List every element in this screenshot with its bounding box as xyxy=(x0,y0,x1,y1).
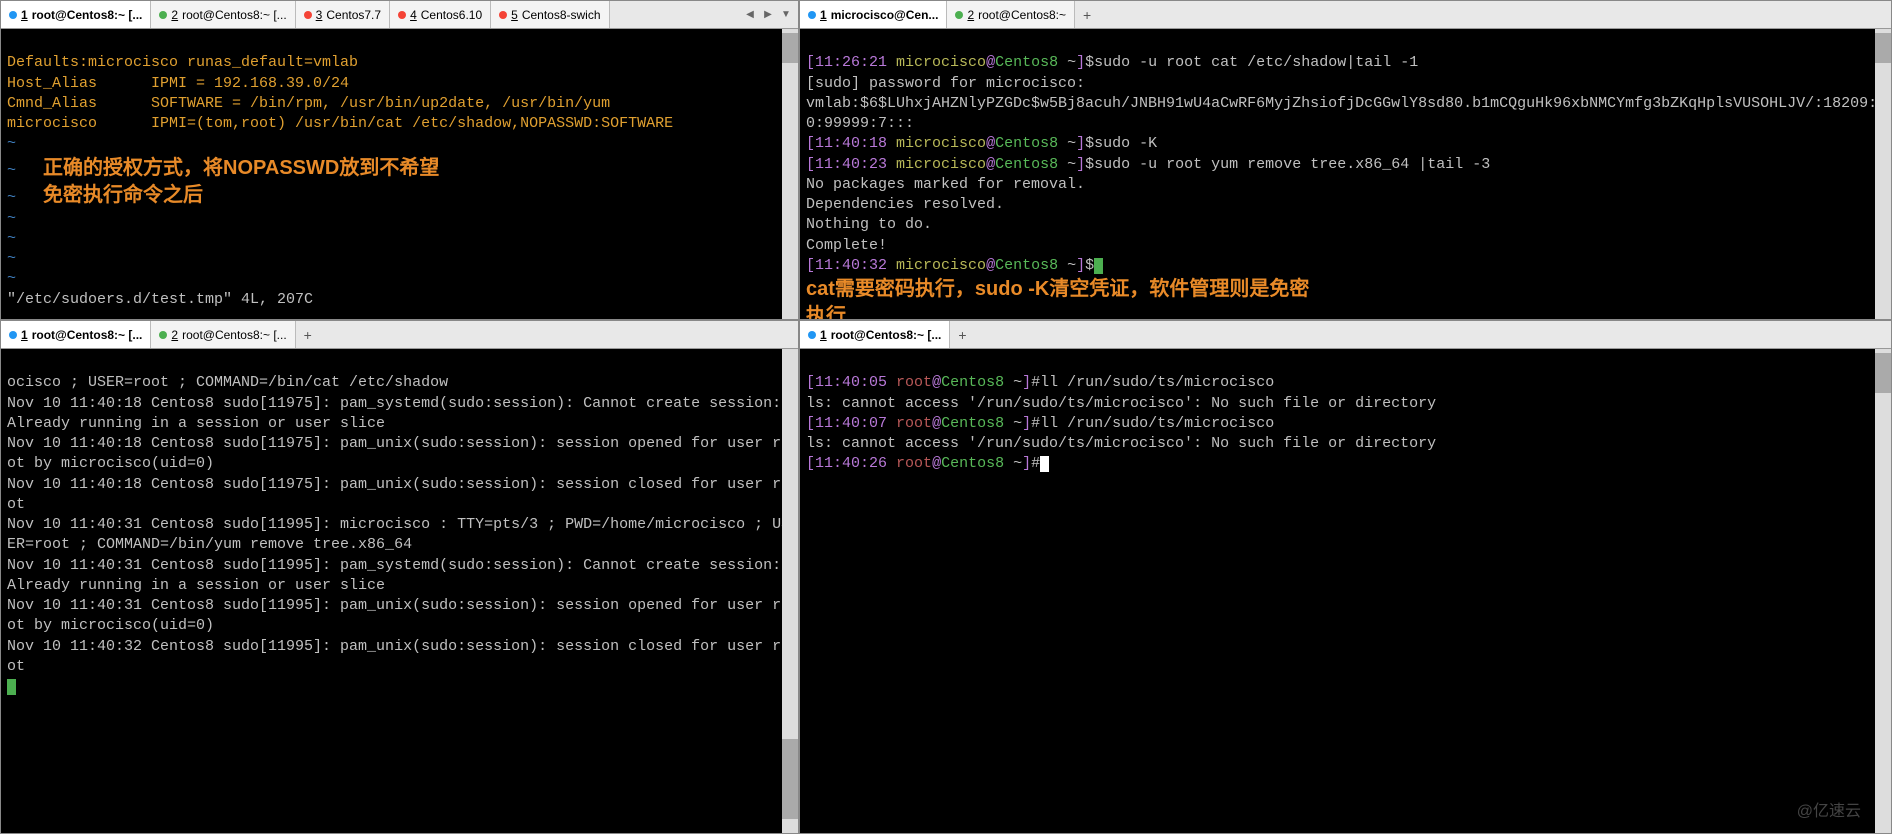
output-line: Complete! xyxy=(806,237,887,254)
status-dot-icon xyxy=(9,331,17,339)
status-dot-icon xyxy=(159,331,167,339)
cursor-icon xyxy=(1040,456,1049,472)
tab-bl-2[interactable]: 2root@Centos8:~ [... xyxy=(151,321,295,348)
output-line: Nothing to do. xyxy=(806,216,932,233)
output-line: Dependencies resolved. xyxy=(806,196,1004,213)
output-line: ls: cannot access '/run/sudo/ts/microcis… xyxy=(806,395,1436,412)
output-line: vmlab:$6$LUhxjAHZNlyPZGDc$w5Bj8acuh/JNBH… xyxy=(806,95,1877,132)
status-dot-icon xyxy=(499,11,507,19)
prompt-line: [11:26:21 microcisco@Centos8 ~]$sudo -u … xyxy=(806,54,1418,71)
pane-bottom-left: 1root@Centos8:~ [... 2root@Centos8:~ [..… xyxy=(0,320,799,834)
status-dot-icon xyxy=(398,11,406,19)
vim-tilde: ~ xyxy=(7,135,16,152)
tabbar-tr: 1microcisco@Cen... 2root@Centos8:~ + xyxy=(800,1,1891,29)
output-line: ls: cannot access '/run/sudo/ts/microcis… xyxy=(806,435,1436,452)
scrollbar-thumb[interactable] xyxy=(1875,353,1891,393)
status-dot-icon xyxy=(304,11,312,19)
scrollbar[interactable] xyxy=(782,29,798,319)
cursor-icon xyxy=(7,679,16,695)
sudoers-line-4: microcisco IPMI=(tom,root) /usr/bin/cat … xyxy=(7,115,673,132)
prompt-line: [11:40:23 microcisco@Centos8 ~]$sudo -u … xyxy=(806,156,1490,173)
tabbar-br: 1root@Centos8:~ [... + xyxy=(800,321,1891,349)
pane-top-left: 1root@Centos8:~ [... 2root@Centos8:~ [..… xyxy=(0,0,799,320)
scrollbar[interactable] xyxy=(782,349,798,833)
log-line: Nov 10 11:40:18 Centos8 sudo[11975]: pam… xyxy=(7,435,790,472)
log-line: Nov 10 11:40:32 Centos8 sudo[11995]: pam… xyxy=(7,638,790,675)
tab-br-1[interactable]: 1root@Centos8:~ [... xyxy=(800,321,950,348)
tab-prev-icon[interactable]: ◀ xyxy=(742,9,758,20)
terminal-tr[interactable]: [11:26:21 microcisco@Centos8 ~]$sudo -u … xyxy=(800,29,1891,319)
watermark-text: @亿速云 xyxy=(1797,801,1861,823)
log-line: ocisco ; USER=root ; COMMAND=/bin/cat /e… xyxy=(7,374,448,391)
status-dot-icon xyxy=(808,331,816,339)
tab-tl-4[interactable]: 4Centos6.10 xyxy=(390,1,491,28)
scrollbar-thumb[interactable] xyxy=(1875,33,1891,63)
terminal-bl[interactable]: ocisco ; USER=root ; COMMAND=/bin/cat /e… xyxy=(1,349,798,833)
scrollbar[interactable] xyxy=(1875,349,1891,833)
status-dot-icon xyxy=(955,11,963,19)
status-dot-icon xyxy=(808,11,816,19)
prompt-line: [11:40:32 microcisco@Centos8 ~]$ xyxy=(806,257,1103,274)
prompt-line: [11:40:07 root@Centos8 ~]#ll /run/sudo/t… xyxy=(806,415,1274,432)
tab-tl-1[interactable]: 1root@Centos8:~ [... xyxy=(1,1,151,28)
vim-status-line: "/etc/sudoers.d/test.tmp" 4L, 207C xyxy=(7,291,313,308)
tab-tr-2[interactable]: 2root@Centos8:~ xyxy=(947,1,1075,28)
log-line: Nov 10 11:40:18 Centos8 sudo[11975]: pam… xyxy=(7,476,790,513)
add-tab-button[interactable]: + xyxy=(1075,7,1099,23)
tabbar-tl: 1root@Centos8:~ [... 2root@Centos8:~ [..… xyxy=(1,1,798,29)
terminal-tl[interactable]: Defaults:microcisco runas_default=vmlab … xyxy=(1,29,798,319)
log-line: Nov 10 11:40:31 Centos8 sudo[11995]: pam… xyxy=(7,557,790,594)
status-dot-icon xyxy=(9,11,17,19)
tab-tl-2[interactable]: 2root@Centos8:~ [... xyxy=(151,1,295,28)
add-tab-button[interactable]: + xyxy=(950,327,974,343)
annotation-text-1: 正确的授权方式，将NOPASSWD放到不希望 xyxy=(43,157,439,179)
add-tab-button[interactable]: + xyxy=(296,327,320,343)
cursor-icon xyxy=(1094,258,1103,274)
scrollbar-thumb[interactable] xyxy=(782,33,798,63)
prompt-line: [11:40:26 root@Centos8 ~]# xyxy=(806,455,1049,472)
tab-menu-icon[interactable]: ▼ xyxy=(778,9,794,20)
tab-tr-1[interactable]: 1microcisco@Cen... xyxy=(800,1,947,28)
log-line: Nov 10 11:40:31 Centos8 sudo[11995]: mic… xyxy=(7,516,790,553)
log-line: Nov 10 11:40:18 Centos8 sudo[11975]: pam… xyxy=(7,395,790,432)
annotation-text-2: 免密执行命令之后 xyxy=(43,184,203,206)
sudoers-line-3: Cmnd_Alias SOFTWARE = /bin/rpm, /usr/bin… xyxy=(7,95,610,112)
output-line: No packages marked for removal. xyxy=(806,176,1085,193)
sudoers-line-1: Defaults:microcisco runas_default=vmlab xyxy=(7,54,358,71)
scrollbar-thumb[interactable] xyxy=(782,739,798,819)
pane-bottom-right: 1root@Centos8:~ [... + [11:40:05 root@Ce… xyxy=(799,320,1892,834)
prompt-line: [11:40:05 root@Centos8 ~]#ll /run/sudo/t… xyxy=(806,374,1274,391)
tab-tl-5[interactable]: 5Centos8-swich xyxy=(491,1,609,28)
tab-nav: ◀▶▼ xyxy=(742,9,798,20)
annotation-text-3: cat需要密码执行，sudo -K清空凭证，软件管理则是免密 xyxy=(806,278,1309,300)
terminal-br[interactable]: [11:40:05 root@Centos8 ~]#ll /run/sudo/t… xyxy=(800,349,1891,833)
sudoers-line-2: Host_Alias IPMI = 192.168.39.0/24 xyxy=(7,75,349,92)
annotation-text-4: 执行 xyxy=(806,305,846,319)
status-dot-icon xyxy=(159,11,167,19)
prompt-line: [11:40:18 microcisco@Centos8 ~]$sudo -K xyxy=(806,135,1157,152)
log-line: Nov 10 11:40:31 Centos8 sudo[11995]: pam… xyxy=(7,597,790,634)
tab-next-icon[interactable]: ▶ xyxy=(760,9,776,20)
tabbar-bl: 1root@Centos8:~ [... 2root@Centos8:~ [..… xyxy=(1,321,798,349)
scrollbar[interactable] xyxy=(1875,29,1891,319)
tab-tl-3[interactable]: 3Centos7.7 xyxy=(296,1,390,28)
output-line: [sudo] password for microcisco: xyxy=(806,75,1085,92)
tab-bl-1[interactable]: 1root@Centos8:~ [... xyxy=(1,321,151,348)
pane-top-right: 1microcisco@Cen... 2root@Centos8:~ + [11… xyxy=(799,0,1892,320)
